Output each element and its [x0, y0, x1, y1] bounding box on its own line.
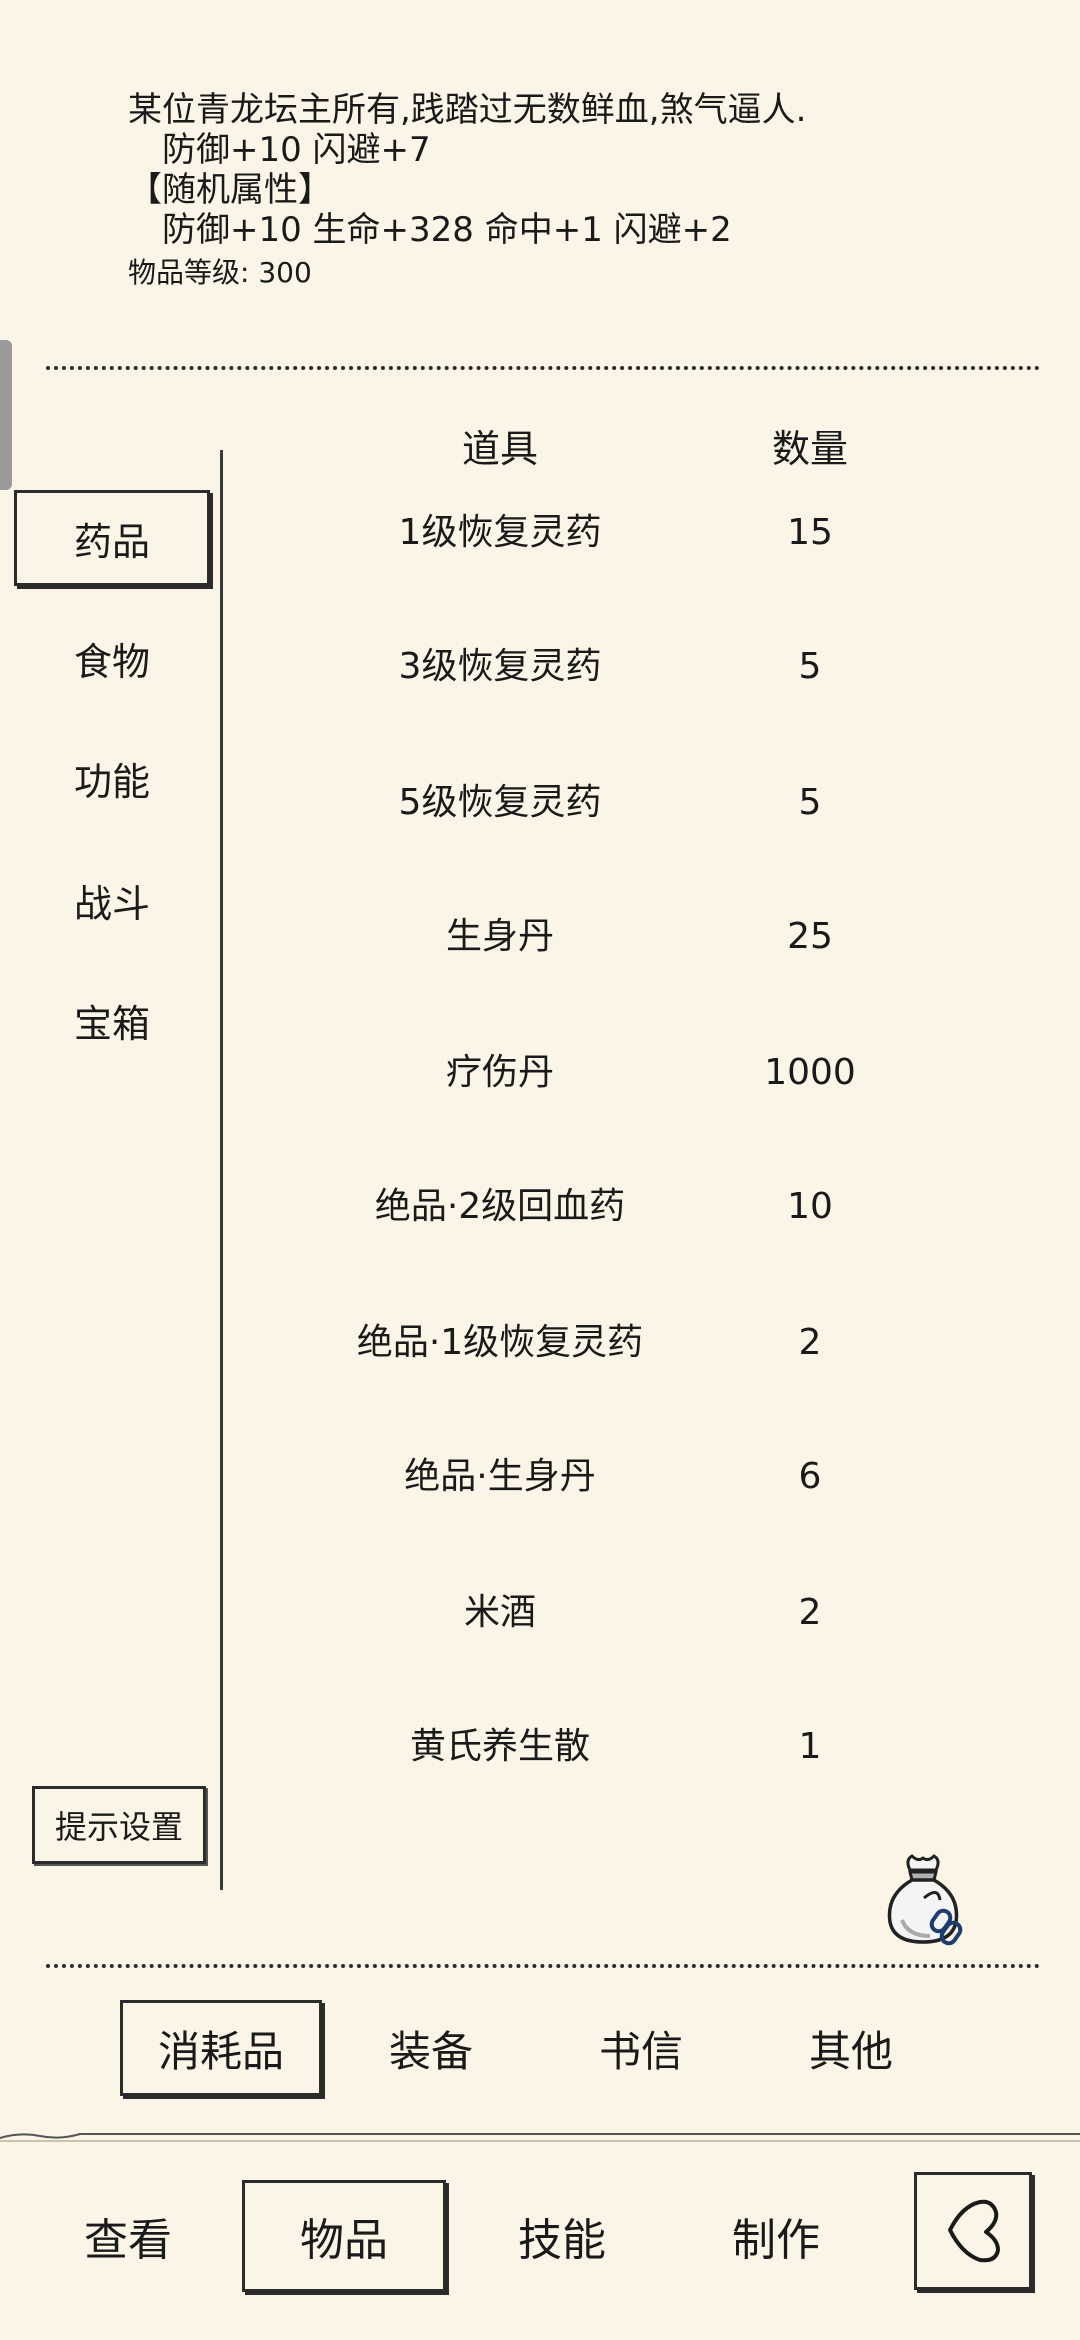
subtab-consumables[interactable]: 消耗品	[120, 2000, 322, 2096]
subtab-other[interactable]: 其他	[776, 2000, 926, 2096]
tip-settings-button[interactable]: 提示设置	[32, 1786, 206, 1864]
table-row[interactable]: 绝品·2级回血药 10	[240, 1162, 1040, 1252]
item-name: 3级恢复灵药	[398, 646, 602, 687]
nav-label: 物品	[300, 2215, 388, 2266]
table-row[interactable]: 1级恢复灵药 15	[240, 488, 1040, 578]
category-label: 食物	[73, 639, 150, 684]
item-name: 生身丹	[445, 916, 554, 957]
category-chest[interactable]: 宝箱	[14, 972, 210, 1068]
top-dotted-divider	[46, 366, 1040, 370]
item-name: 绝品·2级回血药	[374, 1186, 626, 1227]
table-row[interactable]: 黄氏养生散 1	[240, 1702, 1040, 1792]
table-row[interactable]: 米酒 2	[240, 1568, 1040, 1658]
item-quantity: 25	[787, 916, 833, 957]
item-quantity: 1000	[764, 1052, 856, 1093]
item-quantity: 5	[798, 646, 822, 687]
back-arrow-icon	[948, 2199, 1000, 2263]
table-row[interactable]: 疗伤丹 1000	[240, 1028, 1040, 1118]
item-name: 疗伤丹	[445, 1052, 554, 1093]
table-row[interactable]: 生身丹 25	[240, 892, 1040, 982]
category-medicine[interactable]: 药品	[14, 490, 210, 586]
subtab-equipment[interactable]: 装备	[356, 2000, 506, 2096]
subtab-label: 装备	[388, 2026, 473, 2076]
subtab-letters[interactable]: 书信	[566, 2000, 716, 2096]
nav-crafting[interactable]: 制作	[706, 2180, 846, 2292]
category-function[interactable]: 功能	[14, 730, 210, 826]
nav-view[interactable]: 查看	[58, 2180, 198, 2292]
nav-label: 技能	[518, 2215, 606, 2266]
item-name: 黄氏养生散	[409, 1726, 590, 1767]
loot-bag-icon[interactable]	[880, 1850, 966, 1950]
item-name: 5级恢复灵药	[398, 782, 602, 823]
column-header-item: 道具	[461, 427, 538, 471]
table-row[interactable]: 5级恢复灵药 5	[240, 758, 1040, 848]
item-quantity: 6	[798, 1456, 822, 1497]
category-food[interactable]: 食物	[14, 610, 210, 706]
subtab-label: 书信	[598, 2026, 683, 2076]
item-description: 某位青龙坛主所有,践踏过无数鲜血,煞气逼人.	[128, 90, 807, 130]
item-name: 绝品·1级恢复灵药	[356, 1322, 644, 1363]
table-row[interactable]: 3级恢复灵药 5	[240, 622, 1040, 712]
subtab-label: 消耗品	[157, 2026, 284, 2076]
table-row[interactable]: 绝品·1级恢复灵药 2	[240, 1298, 1040, 1388]
back-button[interactable]	[914, 2172, 1032, 2290]
nav-label: 制作	[732, 2215, 820, 2266]
table-row[interactable]: 绝品·生身丹 6	[240, 1432, 1040, 1522]
item-quantity: 5	[798, 782, 822, 823]
item-base-stats: 防御+10 闪避+7	[162, 130, 431, 170]
item-description-panel: 某位青龙坛主所有,践踏过无数鲜血,煞气逼人. 防御+10 闪避+7 【随机属性】…	[128, 90, 1028, 290]
column-header-quantity: 数量	[771, 427, 848, 471]
item-quantity: 2	[798, 1592, 822, 1633]
item-quantity: 15	[787, 512, 833, 553]
nav-items[interactable]: 物品	[242, 2180, 446, 2292]
edge-scroll-handle[interactable]	[0, 340, 12, 490]
item-name: 1级恢复灵药	[398, 512, 602, 553]
category-battle[interactable]: 战斗	[14, 852, 210, 948]
item-level: 物品等级: 300	[128, 256, 312, 289]
item-quantity: 10	[787, 1186, 833, 1227]
subtab-label: 其他	[808, 2026, 893, 2076]
item-name: 米酒	[463, 1592, 536, 1633]
item-quantity: 1	[798, 1726, 822, 1767]
item-quantity: 2	[798, 1322, 822, 1363]
bottom-dotted-divider	[46, 1964, 1040, 1968]
category-label: 战斗	[73, 881, 150, 926]
random-attributes-header: 【随机属性】	[128, 170, 332, 210]
category-label: 宝箱	[73, 1001, 150, 1046]
sidebar-divider	[220, 450, 223, 1890]
category-label: 药品	[73, 519, 150, 564]
nav-skills[interactable]: 技能	[492, 2180, 632, 2292]
brush-stroke-divider	[0, 2133, 1080, 2142]
category-label: 功能	[73, 759, 150, 804]
item-name: 绝品·生身丹	[404, 1456, 596, 1497]
nav-label: 查看	[84, 2215, 172, 2266]
item-random-stats: 防御+10 生命+328 命中+1 闪避+2	[162, 210, 732, 250]
